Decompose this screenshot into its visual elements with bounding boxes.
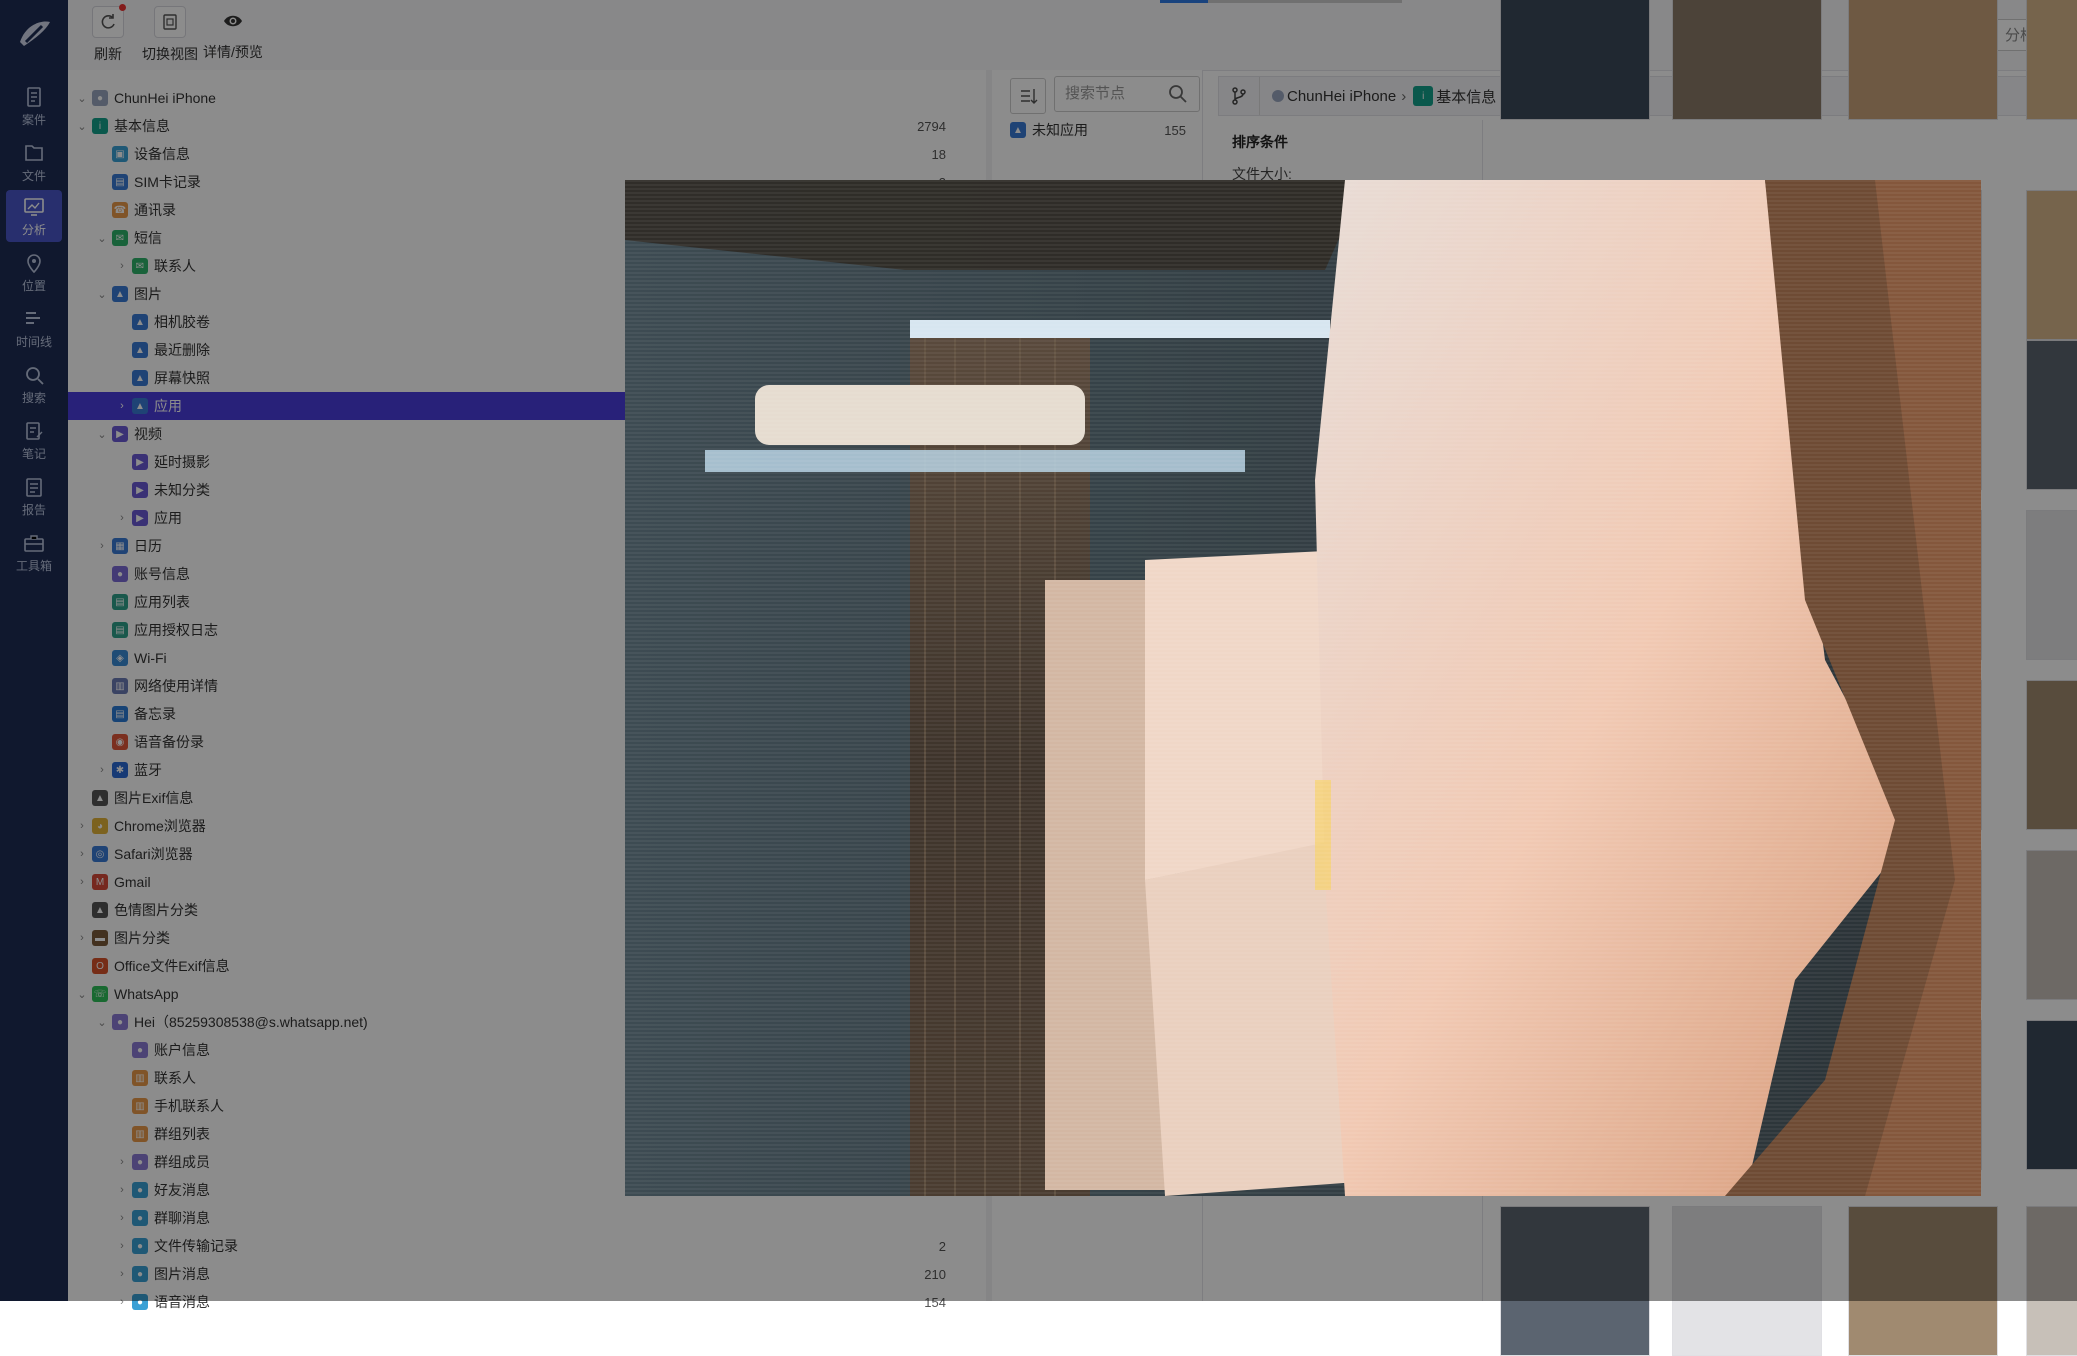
image-preview[interactable] [625,180,1981,1196]
preview-photo [625,180,1981,1196]
